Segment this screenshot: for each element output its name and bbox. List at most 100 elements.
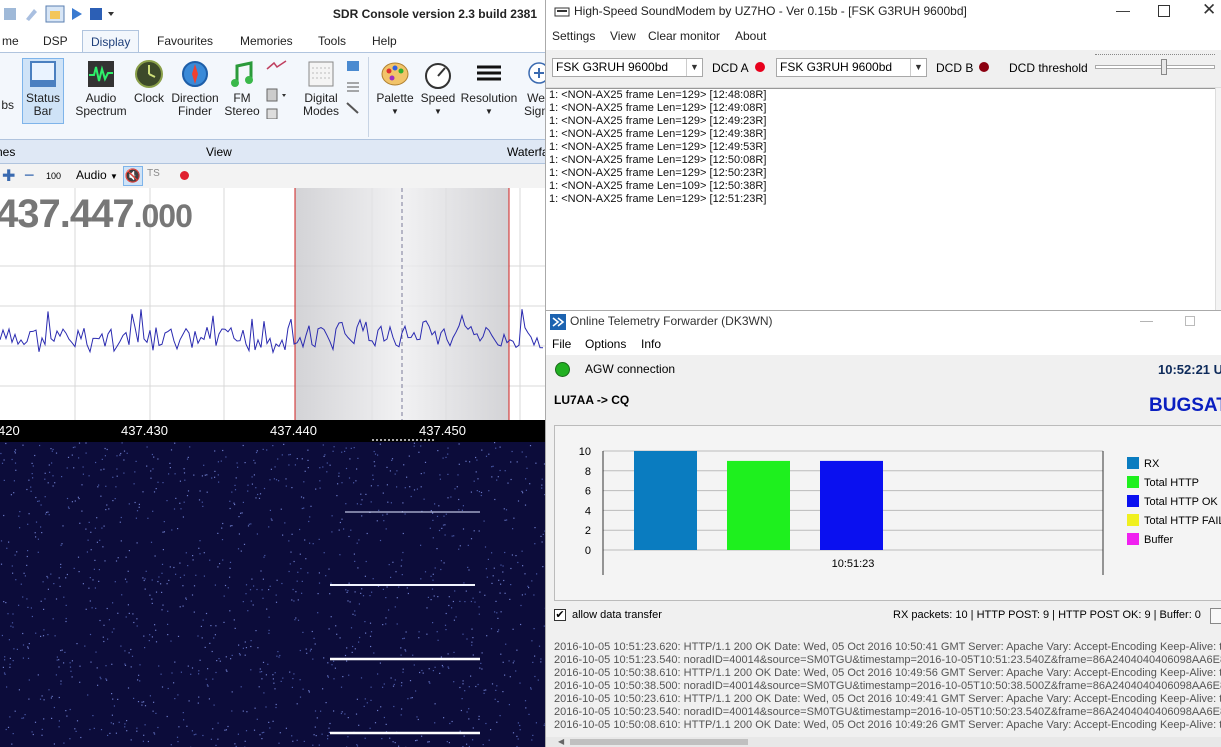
legend-swatch xyxy=(1127,457,1139,469)
maximize-icon[interactable] xyxy=(1185,316,1195,326)
menu-file[interactable]: File xyxy=(552,337,571,351)
tab-home[interactable]: me xyxy=(0,30,27,52)
fm-stereo-label: FM Stereo xyxy=(224,91,260,118)
sdr-window-title: SDR Console version 2.3 build 2381 xyxy=(332,7,537,21)
audio-dropdown-label: Audio xyxy=(76,168,107,182)
music-note-icon xyxy=(231,61,253,87)
tab-dsp[interactable]: DSP xyxy=(35,30,76,52)
y-tick-label: 10 xyxy=(579,446,591,458)
record-icon[interactable] xyxy=(180,171,189,180)
waterfall-display[interactable] xyxy=(0,442,545,747)
modem-a-select[interactable]: FSK G3RUH 9600bd ▼ xyxy=(552,58,703,77)
ts-icon[interactable]: TS xyxy=(147,168,160,179)
menu-info[interactable]: Info xyxy=(641,337,661,351)
frequency-mhz: 437.447 xyxy=(0,192,135,236)
telemetry-menubar: File Options Info xyxy=(546,333,1221,355)
quick-access-toolbar[interactable] xyxy=(4,5,114,23)
allow-data-transfer-checkbox[interactable]: ✔ xyxy=(554,609,566,621)
tab-tools[interactable]: Tools xyxy=(310,30,354,52)
audio-dropdown[interactable]: Audio ▼ xyxy=(76,168,118,182)
spectrum-panel[interactable]: 437.447.000 xyxy=(0,188,545,420)
soundmodem-titlebar: High-Speed SoundModem by UZ7HO - Ver 0.1… xyxy=(546,0,1221,24)
allow-data-transfer-label: allow data transfer xyxy=(572,609,662,621)
x-tick-label: 10:51:23 xyxy=(832,558,875,570)
menu-clear-monitor[interactable]: Clear monitor xyxy=(648,29,720,43)
scroll-left-icon[interactable]: ◀ xyxy=(558,737,564,746)
y-tick-label: 2 xyxy=(585,525,591,537)
menu-settings[interactable]: Settings xyxy=(552,29,595,43)
speed-button[interactable]: Speed ▼ xyxy=(410,59,466,118)
status-bar-button[interactable]: Status Bar xyxy=(22,58,64,124)
slider-thumb[interactable] xyxy=(1161,59,1167,75)
ribbon-button-tabs[interactable]: bs xyxy=(0,99,14,112)
audio-spectrum-label: Audio Spectrum xyxy=(75,91,127,118)
legend-swatch xyxy=(1127,476,1139,488)
tab-memories[interactable]: Memories xyxy=(232,30,301,52)
maximize-icon[interactable] xyxy=(1158,5,1170,17)
menu-options[interactable]: Options xyxy=(585,337,626,351)
http-log[interactable]: 2016-10-05 10:51:23.620: HTTP/1.1 200 OK… xyxy=(554,641,1221,736)
speaker-mute-icon[interactable]: 🔇 xyxy=(123,166,143,186)
resolution-button[interactable]: Resolution ▼ xyxy=(459,59,519,118)
tab-display[interactable]: Display xyxy=(82,30,140,52)
clock-icon xyxy=(135,60,163,88)
monitor-scrollbar[interactable] xyxy=(1215,88,1221,310)
chevron-down-icon: ▼ xyxy=(686,59,702,76)
axis-label: 437.440 xyxy=(270,423,317,438)
group-label-themes: nes xyxy=(0,145,16,159)
sdr-audio-toolbar: ✚ − 100 Audio ▼ 🔇 TS xyxy=(0,164,545,188)
modem-b-value: FSK G3RUH 9600bd xyxy=(780,60,893,74)
axis-label: 437.430 xyxy=(121,423,168,438)
log-line: 2016-10-05 10:50:38.500: noradID=40014&s… xyxy=(554,680,1221,692)
menu-about[interactable]: About xyxy=(735,29,766,43)
minimize-icon[interactable]: — xyxy=(1140,313,1153,328)
soundmodem-window-title: High-Speed SoundModem by UZ7HO - Ver 0.1… xyxy=(574,4,967,18)
direction-finder-label: Direction Finder xyxy=(171,91,219,118)
monitor-line: 1: <NON-AX25 frame Len=129> [12:49:08R] xyxy=(549,102,767,114)
scrollbar-thumb[interactable] xyxy=(570,739,748,745)
digital-modes-button[interactable]: Digital Modes xyxy=(293,59,349,118)
log-line: 2016-10-05 10:50:23.540: noradID=40014&s… xyxy=(554,706,1221,718)
soundmodem-menubar: Settings View Clear monitor About xyxy=(546,24,1221,46)
audio-spectrum-icon xyxy=(88,61,114,87)
fm-stereo-button[interactable]: FM Stereo xyxy=(214,59,270,118)
modem-b-select[interactable]: FSK G3RUH 9600bd ▼ xyxy=(776,58,927,77)
monitor-log[interactable]: 1: <NON-AX25 frame Len=129> [12:48:08R] 1… xyxy=(546,88,1221,310)
dcd-threshold-label: DCD threshold xyxy=(1009,61,1088,75)
dcd-threshold-slider[interactable] xyxy=(1095,54,1215,82)
tab-help[interactable]: Help xyxy=(364,30,405,52)
log-horizontal-scrollbar[interactable]: ◀ xyxy=(546,737,1221,747)
monitor-line: 1: <NON-AX25 frame Len=129> [12:51:23R] xyxy=(549,193,767,205)
weak-signals-button[interactable]: We Sign xyxy=(516,59,545,118)
side-button[interactable] xyxy=(1210,608,1221,624)
zoom-in-icon[interactable]: ✚ xyxy=(2,166,15,186)
minimize-icon[interactable]: — xyxy=(1116,2,1130,18)
telemetry-titlebar: Online Telemetry Forwarder (DK3WN) — xyxy=(546,311,1221,333)
utc-clock: 10:52:21 U xyxy=(1158,362,1221,377)
zoom-out-icon[interactable]: − xyxy=(24,165,35,186)
small-settings-icons[interactable] xyxy=(344,59,364,119)
speed-label: Speed xyxy=(420,91,456,105)
zoom-100-button[interactable]: 100 xyxy=(46,171,61,181)
bar-total-http xyxy=(727,460,790,550)
agw-connection-label: AGW connection xyxy=(585,362,676,376)
legend-label: Total HTTP OK xyxy=(1144,496,1218,508)
small-view-icons[interactable] xyxy=(264,59,290,119)
satellite-name: BUGSAT xyxy=(1149,395,1221,416)
frequency-display[interactable]: 437.447.000 xyxy=(0,192,193,237)
y-tick-label: 8 xyxy=(585,466,591,478)
y-tick-label: 4 xyxy=(585,505,591,517)
bar-rx xyxy=(634,451,697,550)
legend-label: Total HTTP xyxy=(1144,477,1199,489)
chevron-down-icon: ▼ xyxy=(910,59,926,76)
close-icon[interactable]: ✕ xyxy=(1202,0,1216,20)
tab-favourites[interactable]: Favourites xyxy=(149,30,221,52)
digital-modes-icon xyxy=(308,61,334,87)
sdr-titlebar: SDR Console version 2.3 build 2381 xyxy=(0,0,545,28)
legend-label: Buffer xyxy=(1144,534,1173,546)
menu-view[interactable]: View xyxy=(610,29,636,43)
ribbon-group-labels: nes View Waterfa xyxy=(0,140,545,164)
dcd-a-led xyxy=(755,62,765,72)
log-line: 2016-10-05 10:50:38.610: HTTP/1.1 200 OK… xyxy=(554,667,1221,679)
log-line: 2016-10-05 10:51:23.540: noradID=40014&s… xyxy=(554,654,1221,666)
